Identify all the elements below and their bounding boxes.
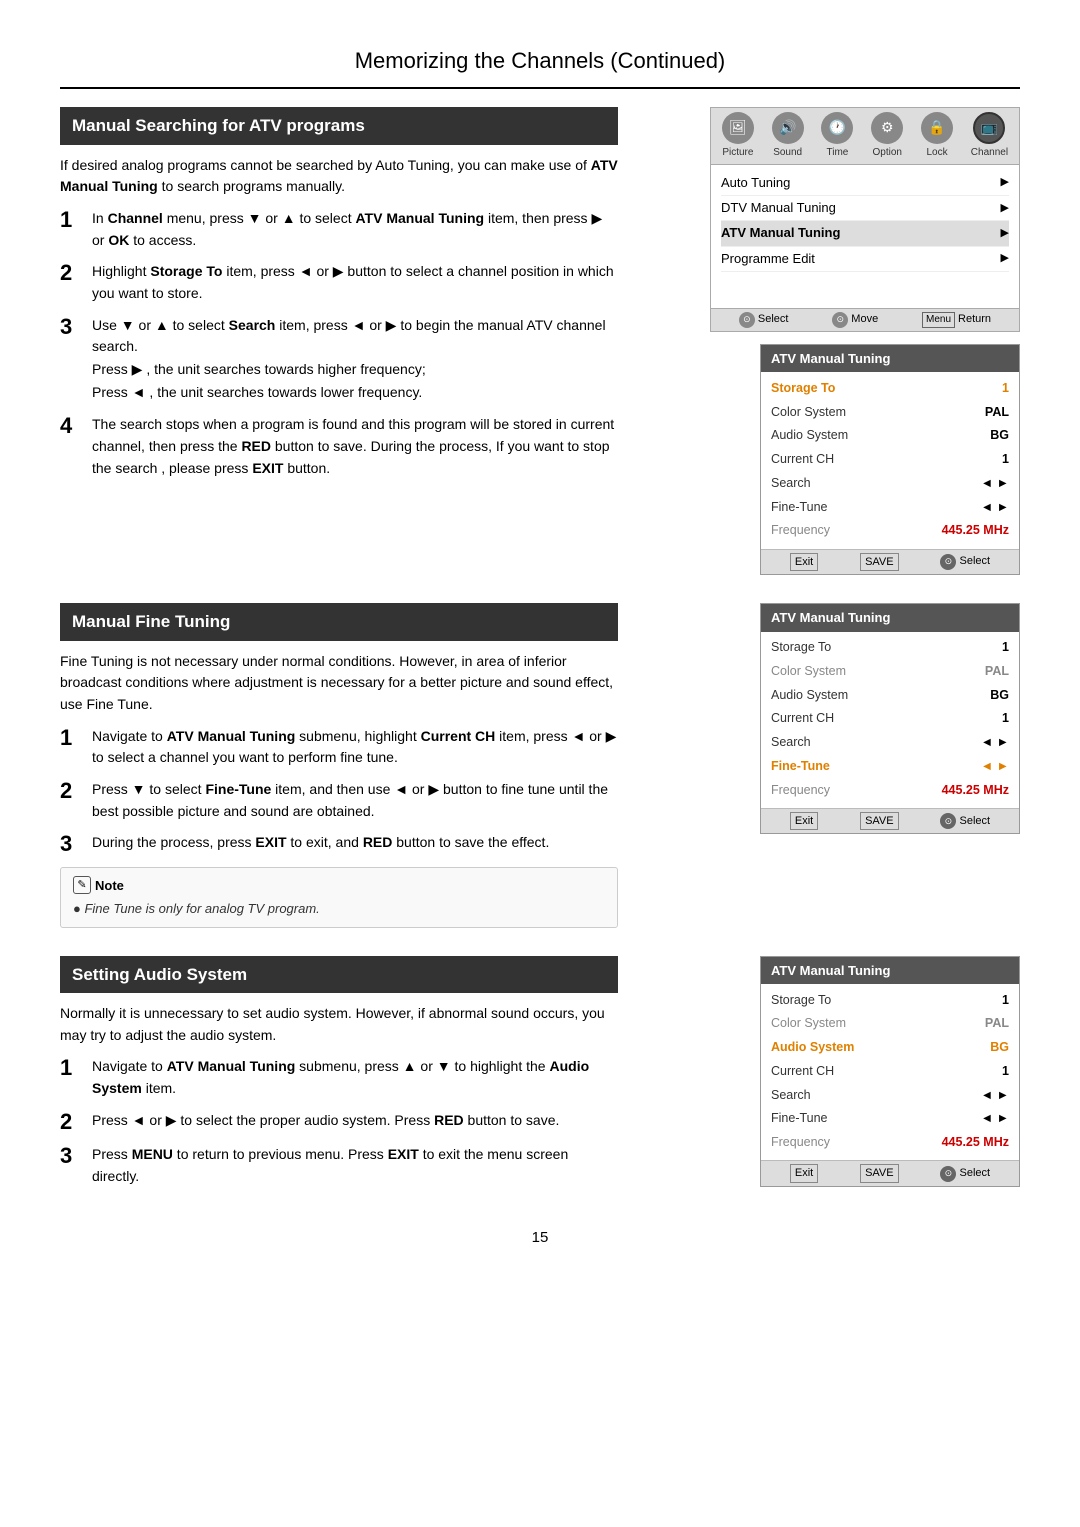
atv-save-btn: SAVE bbox=[860, 553, 899, 572]
atv2-row-audio: Audio SystemBG bbox=[771, 683, 1009, 707]
section1-intro: If desired analog programs cannot be sea… bbox=[60, 155, 618, 198]
atv3-row-audio: Audio SystemBG bbox=[771, 1036, 1009, 1060]
note-label: Note bbox=[95, 876, 124, 896]
atv-box-2: ATV Manual Tuning Storage To1 Color Syst… bbox=[760, 603, 1020, 834]
atv2-row-search: Search◄ ► bbox=[771, 731, 1009, 755]
atv2-select: ⊙ Select bbox=[940, 813, 990, 830]
atv2-save: SAVE bbox=[860, 812, 899, 831]
atv3-row-color: Color SystemPAL bbox=[771, 1012, 1009, 1036]
atv-select: ⊙ Select bbox=[940, 553, 990, 570]
section2-steps: 1 Navigate to ATV Manual Tuning submenu,… bbox=[60, 726, 618, 857]
atv-box2-title: ATV Manual Tuning bbox=[761, 604, 1019, 632]
atv2-row-finetune: Fine-Tune◄ ► bbox=[771, 754, 1009, 778]
atv3-row-search: Search◄ ► bbox=[771, 1083, 1009, 1107]
atv-row-finetune: Fine-Tune◄ ► bbox=[771, 495, 1009, 519]
page-number: 15 bbox=[60, 1227, 1020, 1250]
step1-1: 1 In Channel menu, press ▼ or ▲ to selec… bbox=[60, 208, 618, 251]
note-text: Fine Tune is only for analog TV program. bbox=[73, 899, 605, 919]
menu-auto-tuning: Auto Tuning▶ bbox=[721, 171, 1009, 196]
atv-row-currentch: Current CH1 bbox=[771, 448, 1009, 472]
menu-programme-edit: Programme Edit▶ bbox=[721, 247, 1009, 272]
atv3-row-frequency: Frequency445.25 MHz bbox=[771, 1131, 1009, 1155]
atv-row-search: Search◄ ► bbox=[771, 471, 1009, 495]
section3-header: Setting Audio System bbox=[60, 956, 618, 994]
step2-2: 2 Press ▼ to select Fine-Tune item, and … bbox=[60, 779, 618, 822]
step1-3: 3 Use ▼ or ▲ to select Search item, pres… bbox=[60, 315, 618, 405]
section2-intro: Fine Tuning is not necessary under norma… bbox=[60, 651, 618, 716]
atv-box-3: ATV Manual Tuning Storage To1 Color Syst… bbox=[760, 956, 1020, 1187]
section2-header: Manual Fine Tuning bbox=[60, 603, 618, 641]
step3-2: 2 Press ◄ or ▶ to select the proper audi… bbox=[60, 1110, 618, 1134]
menu-atv-manual: ATV Manual Tuning▶ bbox=[721, 221, 1009, 246]
page-title: Memorizing the Channels (Continued) bbox=[60, 40, 1020, 89]
step3-1: 1 Navigate to ATV Manual Tuning submenu,… bbox=[60, 1056, 618, 1099]
atv2-row-currentch: Current CH1 bbox=[771, 707, 1009, 731]
menu-dtv-manual: DTV Manual Tuning▶ bbox=[721, 196, 1009, 221]
atv2-row-frequency: Frequency445.25 MHz bbox=[771, 778, 1009, 802]
note-box: ✎ Note Fine Tune is only for analog TV p… bbox=[60, 867, 618, 928]
step1-4: 4 The search stops when a program is fou… bbox=[60, 414, 618, 479]
atv3-save: SAVE bbox=[860, 1164, 899, 1183]
atv3-exit: Exit bbox=[790, 1164, 818, 1183]
step2-1: 1 Navigate to ATV Manual Tuning submenu,… bbox=[60, 726, 618, 769]
section1-steps: 1 In Channel menu, press ▼ or ▲ to selec… bbox=[60, 208, 618, 480]
section1-header: Manual Searching for ATV programs bbox=[60, 107, 618, 145]
atv-row-frequency: Frequency445.25 MHz bbox=[771, 519, 1009, 543]
atv2-exit: Exit bbox=[790, 812, 818, 831]
channel-menu-screenshot: 🖼 Picture 🔊 Sound 🕐 Time ⚙ Option 🔒 bbox=[710, 107, 1020, 332]
atv3-row-storage: Storage To1 bbox=[771, 988, 1009, 1012]
atv-row-color: Color SystemPAL bbox=[771, 400, 1009, 424]
step1-2: 2 Highlight Storage To item, press ◄ or … bbox=[60, 261, 618, 304]
atv3-row-finetune: Fine-Tune◄ ► bbox=[771, 1107, 1009, 1131]
note-icon: ✎ bbox=[73, 876, 91, 894]
atv-row-audio: Audio SystemBG bbox=[771, 424, 1009, 448]
step2-3: 3 During the process, press EXIT to exit… bbox=[60, 832, 618, 856]
atv2-row-storage: Storage To1 bbox=[771, 636, 1009, 660]
atv2-row-color: Color SystemPAL bbox=[771, 659, 1009, 683]
step3-3: 3 Press MENU to return to previous menu.… bbox=[60, 1144, 618, 1187]
atv-box-1: ATV Manual Tuning Storage To1 Color Syst… bbox=[760, 344, 1020, 575]
atv-exit-btn: Exit bbox=[790, 553, 818, 572]
atv-row-storage: Storage To1 bbox=[771, 376, 1009, 400]
section3-steps: 1 Navigate to ATV Manual Tuning submenu,… bbox=[60, 1056, 618, 1187]
atv3-row-currentch: Current CH1 bbox=[771, 1059, 1009, 1083]
section3-intro: Normally it is unnecessary to set audio … bbox=[60, 1003, 618, 1046]
atv-box3-title: ATV Manual Tuning bbox=[761, 957, 1019, 985]
atv3-select: ⊙ Select bbox=[940, 1165, 990, 1182]
atv-box1-title: ATV Manual Tuning bbox=[761, 345, 1019, 373]
